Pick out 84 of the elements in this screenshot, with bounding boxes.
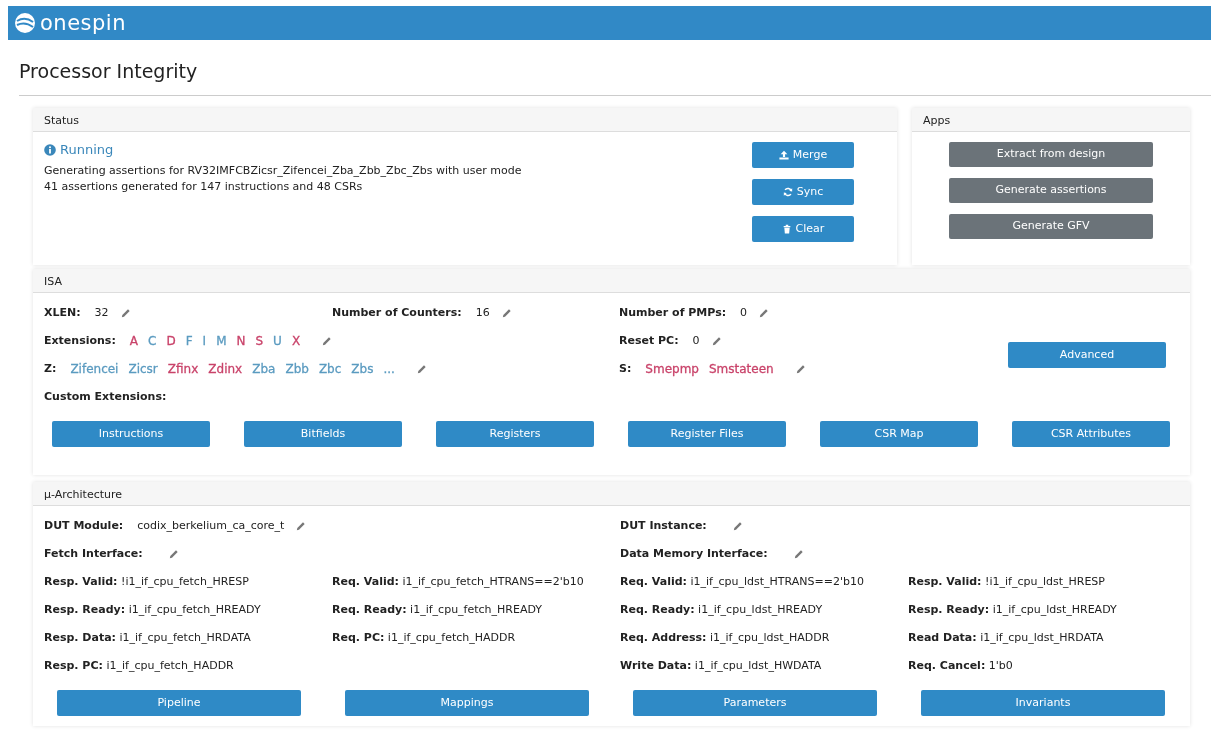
extension-tag: I <box>202 331 207 350</box>
extension-tag: C <box>148 331 157 350</box>
isa-button[interactable]: Instructions <box>52 420 210 447</box>
uarch-button[interactable]: Pipeline <box>57 689 301 716</box>
app-button[interactable]: Extract from design <box>949 141 1153 167</box>
signal-mapping: Req. Cancel: 1'b0 <box>908 657 1014 674</box>
field-value: 16 <box>475 304 490 321</box>
logo-icon <box>14 12 36 34</box>
extension-tag: Zfinx <box>167 359 199 378</box>
field-label: Z: <box>44 360 57 377</box>
isa-button[interactable]: Register Files <box>628 420 786 447</box>
status-message: 41 assertions generated for 147 instructions and 48 CSRs <box>44 179 364 196</box>
isa-button[interactable]: Bitfields <box>244 420 402 447</box>
logo-text: onespin <box>40 12 126 34</box>
signal-mapping: Resp. Valid: !i1_if_cpu_ldst_HRESP <box>908 573 1106 590</box>
status-text: Running <box>60 140 114 159</box>
signal-mapping: Write Data: i1_if_cpu_ldst_HWDATA <box>620 657 823 674</box>
upload-icon <box>778 149 789 160</box>
uarch-button[interactable]: Mappings <box>345 689 589 716</box>
signal-mapping: Req. Ready: i1_if_cpu_ldst_HREADY <box>620 601 824 618</box>
sync-icon <box>782 186 793 197</box>
field-value: codix_berkelium_ca_core_t <box>137 517 285 534</box>
field-label: Number of Counters: <box>332 304 462 321</box>
extension-tag: Zdinx <box>208 359 243 378</box>
signal-mapping: Req. Valid: i1_if_cpu_fetch_HTRANS==2'b10 <box>332 573 585 590</box>
advanced-button[interactable]: Advanced <box>1008 341 1166 368</box>
extension-tag: Zbs <box>351 359 374 378</box>
extension-tag: Zifencei <box>70 359 119 378</box>
panel-title: ISA <box>44 274 62 288</box>
field-label: DUT Module: <box>44 517 124 534</box>
isa-button[interactable]: CSR Map <box>820 420 978 447</box>
field-label: XLEN: <box>44 304 81 321</box>
status-message: Generating assertions for RV32IMFCBZicsr_Zifencei_Zba_Zbb_Zbc_Zbs with user mode <box>44 163 523 180</box>
field-label: Custom Extensions: <box>44 388 167 405</box>
trash-icon <box>781 223 792 234</box>
isa-button[interactable]: Registers <box>436 420 594 447</box>
field-label: Data Memory Interface: <box>620 545 768 562</box>
field-label: S: <box>619 360 632 377</box>
field-value: 0 <box>740 304 748 321</box>
extension-tag: N <box>236 331 246 350</box>
signal-mapping: Resp. Ready: i1_if_cpu_fetch_HREADY <box>44 601 262 618</box>
isa-button[interactable]: CSR Attributes <box>1012 420 1170 447</box>
extension-tag: Zba <box>252 359 276 378</box>
field-label: Reset PC: <box>619 332 679 349</box>
signal-mapping: Req. Valid: i1_if_cpu_ldst_HTRANS==2'b10 <box>620 573 865 590</box>
extension-tag: Smstateen <box>708 359 774 378</box>
signal-mapping: Resp. PC: i1_if_cpu_fetch_HADDR <box>44 657 235 674</box>
extension-tag: A <box>129 331 139 350</box>
status-action-button[interactable]: Sync <box>752 178 854 205</box>
extension-tag: X <box>291 331 301 350</box>
extension-tag: F <box>185 331 193 350</box>
signal-mapping: Req. Address: i1_if_cpu_ldst_HADDR <box>620 629 831 646</box>
extension-tag: Zicsr <box>128 359 158 378</box>
app-button[interactable]: Generate GFV <box>949 213 1153 239</box>
signal-mapping: Resp. Ready: i1_if_cpu_ldst_HREADY <box>908 601 1118 618</box>
field-label: DUT Instance: <box>620 517 707 534</box>
panel-title: µ-Architecture <box>44 487 123 501</box>
status-action-button[interactable]: Clear <box>752 215 854 242</box>
uarch-button[interactable]: Invariants <box>921 689 1165 716</box>
extension-tag: D <box>166 331 176 350</box>
field-label: Extensions: <box>44 332 116 349</box>
field-value: 0 <box>692 332 700 349</box>
status-action-button[interactable]: Merge <box>752 141 854 168</box>
field-value: 32 <box>94 304 109 321</box>
signal-mapping: Req. Ready: i1_if_cpu_fetch_HREADY <box>332 601 544 618</box>
field-label: Fetch Interface: <box>44 545 143 562</box>
signal-mapping: Resp. Data: i1_if_cpu_fetch_HRDATA <box>44 629 252 646</box>
info-icon <box>44 143 56 156</box>
panel-title: Status <box>44 113 80 127</box>
app-button[interactable]: Generate assertions <box>949 177 1153 203</box>
signal-mapping: Read Data: i1_if_cpu_ldst_HRDATA <box>908 629 1105 646</box>
uarch-button[interactable]: Parameters <box>633 689 877 716</box>
panel-title: Apps <box>923 113 951 127</box>
extension-tag: S <box>255 331 264 350</box>
page-title: Processor Integrity <box>19 60 199 83</box>
more-link[interactable]: ... <box>383 359 395 378</box>
signal-mapping: Req. PC: i1_if_cpu_fetch_HADDR <box>332 629 517 646</box>
extension-tag: Smepmp <box>645 359 699 378</box>
extension-tag: Zbb <box>285 359 309 378</box>
signal-mapping: Resp. Valid: !i1_if_cpu_fetch_HRESP <box>44 573 250 590</box>
extension-tag: Zbc <box>318 359 342 378</box>
extension-tag: M <box>216 331 227 350</box>
field-label: Number of PMPs: <box>619 304 727 321</box>
extension-tag: U <box>273 331 282 350</box>
